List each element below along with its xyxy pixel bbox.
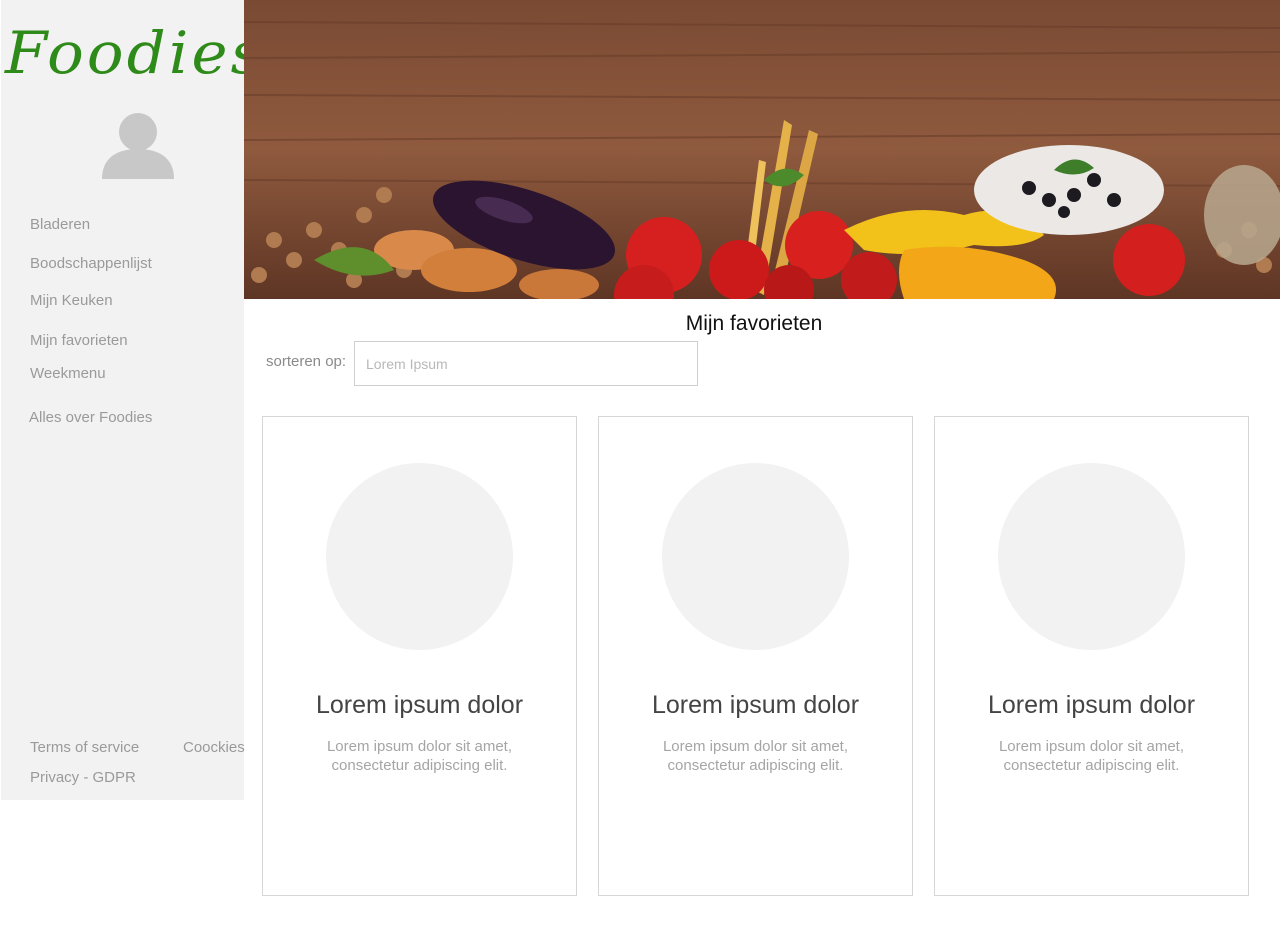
foodies-logo[interactable]: Foodies [5,18,262,88]
hero-banner-image [244,0,1280,299]
card-description: Lorem ipsum dolor sit amet, consectetur … [326,738,513,774]
sidebar: Foodies Bladeren Boodschappenlijst Mijn … [1,0,262,800]
sidebar-item-alles-over-foodies[interactable]: Alles over Foodies [29,409,152,426]
sidebar-item-weekmenu[interactable]: Weekmenu [30,365,106,382]
page-title: Mijn favorieten [685,312,823,335]
sidebar-item-mijn-keuken[interactable]: Mijn Keuken [30,292,113,309]
privacy-gdpr-link[interactable]: Privacy - GDPR [30,769,136,786]
favorite-card[interactable]: Lorem ipsum dolor Lorem ipsum dolor sit … [934,416,1249,896]
card-title: Lorem ipsum dolor [315,691,524,719]
sort-input[interactable] [354,341,698,386]
sidebar-item-boodschappenlijst[interactable]: Boodschappenlijst [30,255,152,272]
favorite-card[interactable]: Lorem ipsum dolor Lorem ipsum dolor sit … [598,416,913,896]
terms-of-service-link[interactable]: Terms of service [30,739,139,756]
card-image-placeholder [326,463,513,650]
sidebar-item-mijn-favorieten[interactable]: Mijn favorieten [30,332,128,349]
card-image-placeholder [662,463,849,650]
favorite-card[interactable]: Lorem ipsum dolor Lorem ipsum dolor sit … [262,416,577,896]
cookies-link[interactable]: Coockies [183,739,245,756]
sidebar-item-bladeren[interactable]: Bladeren [30,216,90,233]
card-image-placeholder [998,463,1185,650]
card-title: Lorem ipsum dolor [651,691,860,719]
card-description: Lorem ipsum dolor sit amet, consectetur … [662,738,849,774]
sort-label: sorteren op: [266,353,347,370]
user-avatar-icon[interactable] [100,112,176,182]
card-title: Lorem ipsum dolor [987,691,1196,719]
card-description: Lorem ipsum dolor sit amet, consectetur … [998,738,1185,774]
